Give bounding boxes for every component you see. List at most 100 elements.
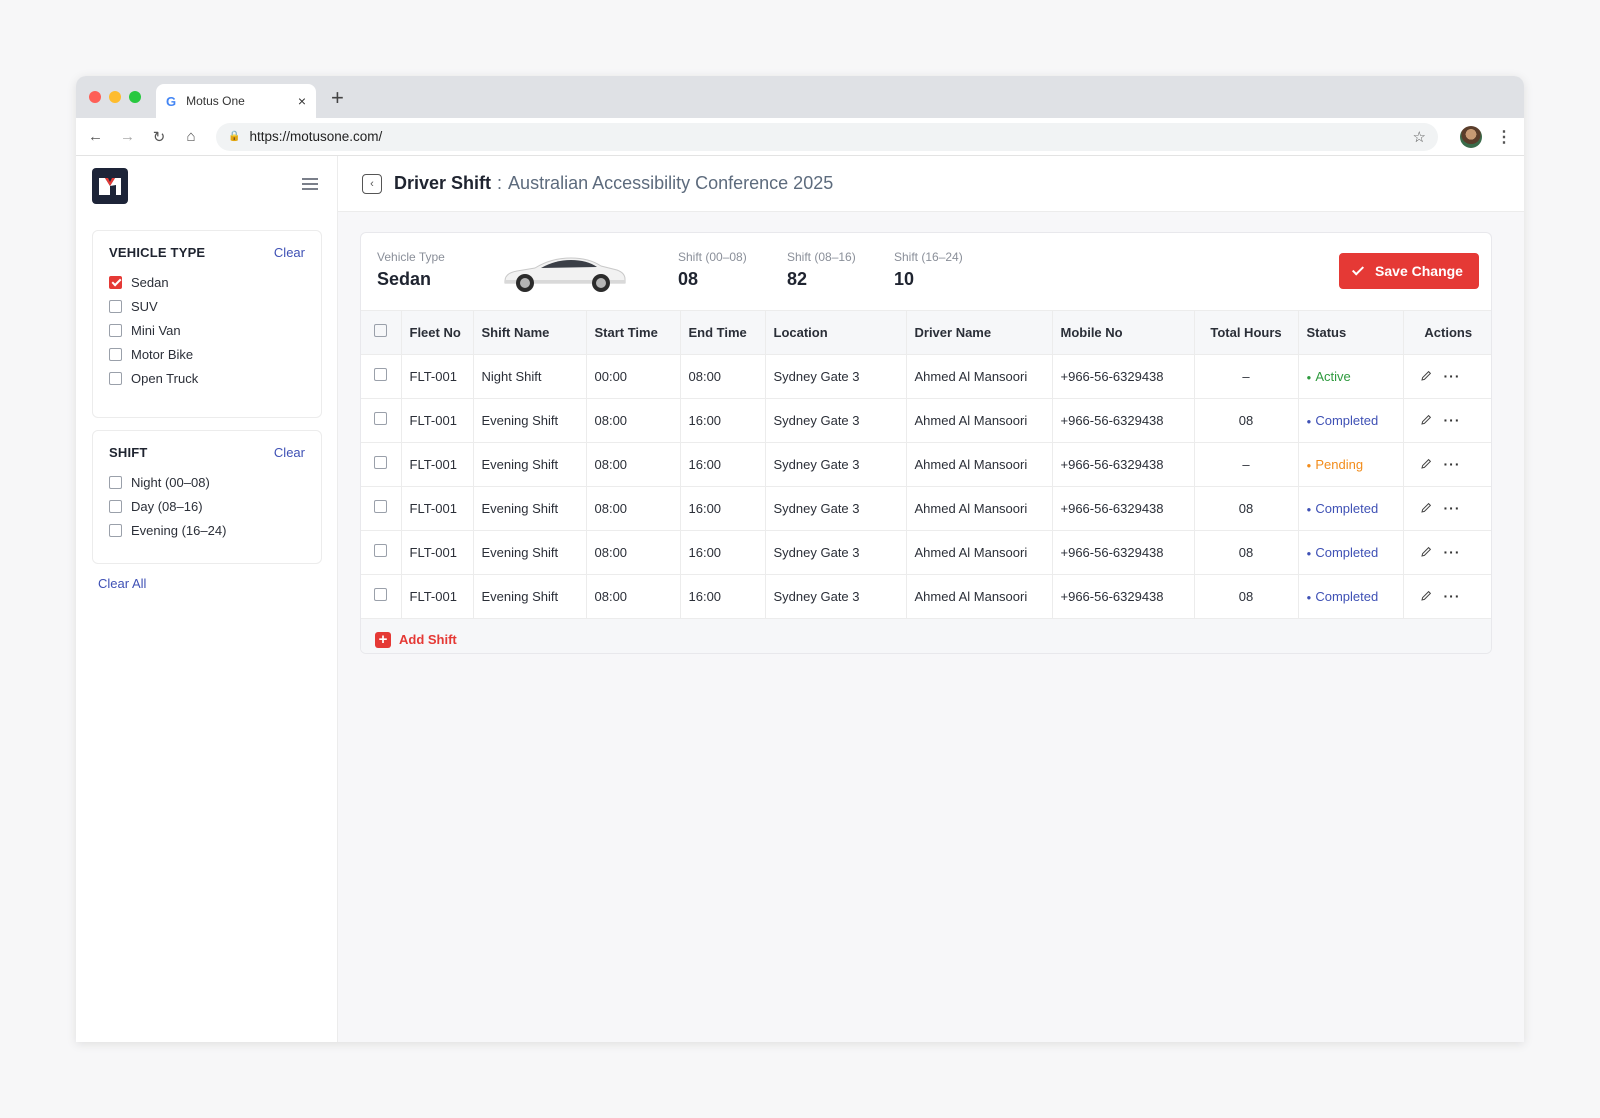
driver-name-cell: Ahmed Al Mansoori [906,354,1053,399]
table-row[interactable]: FLT-001 Evening Shift 08:00 16:00 Sydney Gat… [361,442,1491,487]
shift-option[interactable]: Night (00–08) [109,470,305,494]
column-header[interactable]: End Time [680,311,766,355]
tab-close-icon[interactable]: × [298,93,306,109]
vehicle-type-checkbox[interactable] [109,347,122,361]
shift-checkbox[interactable] [109,475,122,489]
pencil-icon[interactable] [1420,546,1432,558]
row-checkbox[interactable] [374,368,388,381]
reload-icon[interactable]: ↻ [152,128,166,146]
shift-night-count: 08 [678,269,699,289]
row-checkbox[interactable] [374,456,388,469]
end-time-cell: 16:00 [680,574,766,619]
vehicle-type-option[interactable]: SUV [109,294,305,318]
minimize-window-button[interactable] [109,91,121,103]
app-logo[interactable] [92,168,128,204]
shift-checkbox[interactable] [109,499,122,513]
add-shift-button[interactable]: + Add Shift [361,618,1491,653]
save-change-label: Save Change [1375,263,1463,279]
vehicle-type-checkbox[interactable] [109,371,122,385]
pencil-icon[interactable] [1420,502,1432,514]
pencil-icon[interactable] [1420,370,1432,382]
vehicle-type-checkbox[interactable] [109,299,122,313]
table-row[interactable]: FLT-001 Evening Shift 08:00 16:00 Sydney Gat… [361,398,1491,443]
more-icon[interactable]: ··· [1444,412,1461,428]
fleet-no-cell: FLT-001 [401,398,474,443]
column-header[interactable]: Shift Name [473,311,587,355]
status-cell: Completed [1298,486,1404,531]
browser-window: G Motus One × + ← → ↻ ⌂ 🔒 https://motuso… [76,76,1524,1042]
end-time-cell: 16:00 [680,486,766,531]
home-icon[interactable]: ⌂ [184,128,198,145]
shift-clear-link[interactable]: Clear [274,445,305,460]
actions-cell: ··· [1403,354,1491,399]
fleet-no-cell: FLT-001 [401,442,474,487]
close-window-button[interactable] [89,91,101,103]
column-header[interactable]: Location [765,311,907,355]
more-icon[interactable]: ··· [1444,368,1461,384]
column-header[interactable]: Fleet No [401,311,474,355]
url-field[interactable]: 🔒 https://motusone.com/ ☆ [216,122,1438,151]
vehicle-type-checkbox[interactable] [109,275,122,289]
vehicle-type-checkbox[interactable] [109,323,122,337]
profile-avatar[interactable] [1460,125,1482,148]
vehicle-type-option[interactable]: Sedan [109,270,305,294]
table-row[interactable]: FLT-001 Evening Shift 08:00 16:00 Sydney Gat… [361,574,1491,619]
end-time-cell: 16:00 [680,530,766,575]
maximize-window-button[interactable] [129,91,141,103]
row-checkbox[interactable] [374,412,388,425]
column-header[interactable]: Total Hours [1194,311,1299,355]
fleet-no-cell: FLT-001 [401,486,474,531]
table-row[interactable]: FLT-001 Evening Shift 08:00 16:00 Sydney Gat… [361,486,1491,531]
select-all-checkbox[interactable] [374,324,388,338]
vehicle-type-option-label: Motor Bike [131,346,194,362]
location-cell: Sydney Gate 3 [765,486,907,531]
table-row[interactable]: FLT-001 Evening Shift 08:00 16:00 Sydney Gat… [361,530,1491,575]
start-time-cell: 08:00 [586,398,681,443]
column-header[interactable]: Mobile No [1052,311,1195,355]
vehicle-type-option-label: Mini Van [131,322,181,338]
more-icon[interactable]: ··· [1444,588,1461,604]
column-header[interactable]: Start Time [586,311,681,355]
shift-option-label: Evening (16–24) [131,522,227,538]
shift-option-label: Night (00–08) [131,474,210,490]
more-icon[interactable]: ··· [1444,500,1461,516]
clear-all-link[interactable]: Clear All [98,576,146,591]
vehicle-type-option[interactable]: Open Truck [109,366,305,390]
row-checkbox[interactable] [374,544,388,557]
status-badge: Pending [1307,457,1364,472]
vehicle-type-option[interactable]: Mini Van [109,318,305,342]
vehicle-type-clear-link[interactable]: Clear [274,245,305,260]
back-arrow-icon[interactable]: ← [88,128,103,145]
save-change-button[interactable]: Save Change [1339,253,1479,289]
pencil-icon[interactable] [1420,590,1432,602]
hamburger-menu-icon[interactable] [302,178,318,193]
more-icon[interactable]: ··· [1444,456,1461,472]
shift-name-cell: Evening Shift [473,486,587,531]
location-cell: Sydney Gate 3 [765,398,907,443]
browser-tab[interactable]: G Motus One × [156,84,316,118]
new-tab-button[interactable]: + [331,85,344,111]
row-checkbox[interactable] [374,588,388,601]
logo-mark [99,178,121,195]
forward-arrow-icon[interactable]: → [120,128,135,145]
column-header[interactable]: Status [1298,311,1404,355]
shift-option[interactable]: Day (08–16) [109,494,305,518]
column-header[interactable]: Driver Name [906,311,1053,355]
kebab-menu-icon[interactable]: ⋮ [1496,127,1512,147]
table-row[interactable]: FLT-001 Night Shift 00:00 08:00 Sydney Gate … [361,354,1491,399]
row-checkbox[interactable] [374,500,388,513]
pencil-icon[interactable] [1420,458,1432,470]
pencil-icon[interactable] [1420,414,1432,426]
driver-name-cell: Ahmed Al Mansoori [906,574,1053,619]
status-cell: Completed [1298,574,1404,619]
more-icon[interactable]: ··· [1444,544,1461,560]
shift-evening-count: 10 [894,269,915,289]
car-image [504,257,626,292]
actions-cell: ··· [1403,530,1491,575]
chevron-left-icon[interactable]: ‹ [362,173,382,194]
shift-checkbox[interactable] [109,523,122,537]
vehicle-type-option[interactable]: Motor Bike [109,342,305,366]
status-cell: Active [1298,354,1404,399]
star-icon[interactable]: ☆ [1413,128,1426,146]
shift-option[interactable]: Evening (16–24) [109,518,305,542]
